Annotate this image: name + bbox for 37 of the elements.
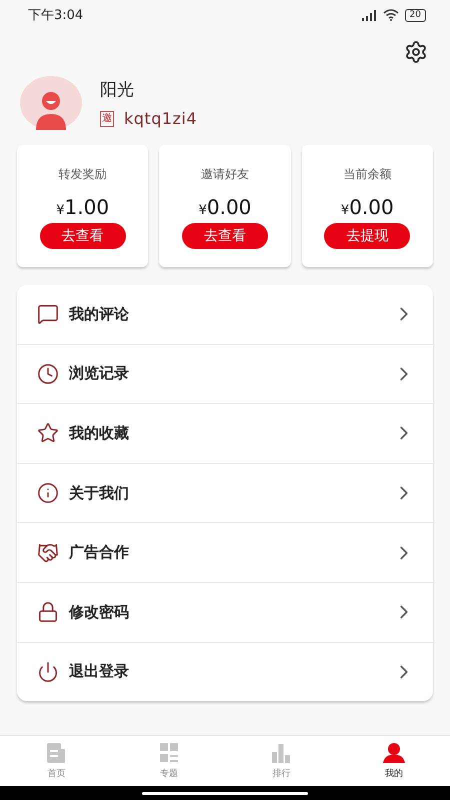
invite-badge: 邀 <box>100 110 114 126</box>
avatar[interactable] <box>20 76 82 130</box>
nav-tab[interactable]: 专题 <box>112 736 225 786</box>
nav-tab[interactable]: 排行 <box>225 736 338 786</box>
stat-amount: ¥0.00 <box>340 195 394 219</box>
battery-indicator: 20 <box>404 8 426 22</box>
power-icon <box>37 660 59 683</box>
action-button[interactable]: 去查看 <box>182 223 268 249</box>
action-button[interactable]: 去查看 <box>40 223 126 249</box>
clock-icon <box>37 362 59 385</box>
user-name: 阳光 <box>100 79 135 101</box>
signal-icon <box>360 10 377 20</box>
stat-amount: ¥0.00 <box>198 195 252 219</box>
nav-tab[interactable]: 首页 <box>0 736 112 786</box>
menu-item[interactable]: 我的评论 <box>69 304 393 324</box>
settings-icon[interactable] <box>404 40 428 64</box>
stat-amount: ¥1.00 <box>56 195 110 219</box>
menu-item[interactable]: 关于我们 <box>69 484 393 503</box>
lock-icon <box>37 601 59 624</box>
menu-item[interactable]: 退出登录 <box>69 662 393 682</box>
menu-item[interactable]: 修改密码 <box>69 602 393 622</box>
invite-code: kqtq1zi4 <box>124 109 198 128</box>
menu-item[interactable]: 浏览记录 <box>69 364 393 384</box>
stat-label: 邀请好友 <box>200 166 249 183</box>
menu-item[interactable]: 我的收藏 <box>69 424 393 443</box>
stat-label: 转发奖励 <box>58 166 107 183</box>
status-time: 下午3:04 <box>28 7 84 24</box>
star-icon <box>37 422 59 444</box>
action-button[interactable]: 去提现 <box>324 223 410 249</box>
nav-tab[interactable]: 我的 <box>338 736 450 786</box>
wifi-icon <box>382 9 399 21</box>
person-icon <box>382 742 406 764</box>
info-icon <box>37 482 59 504</box>
stat-label: 当前余额 <box>343 166 392 183</box>
menu-item[interactable]: 广告合作 <box>69 543 393 562</box>
comment-icon <box>37 303 59 326</box>
handshake-icon <box>37 542 59 564</box>
